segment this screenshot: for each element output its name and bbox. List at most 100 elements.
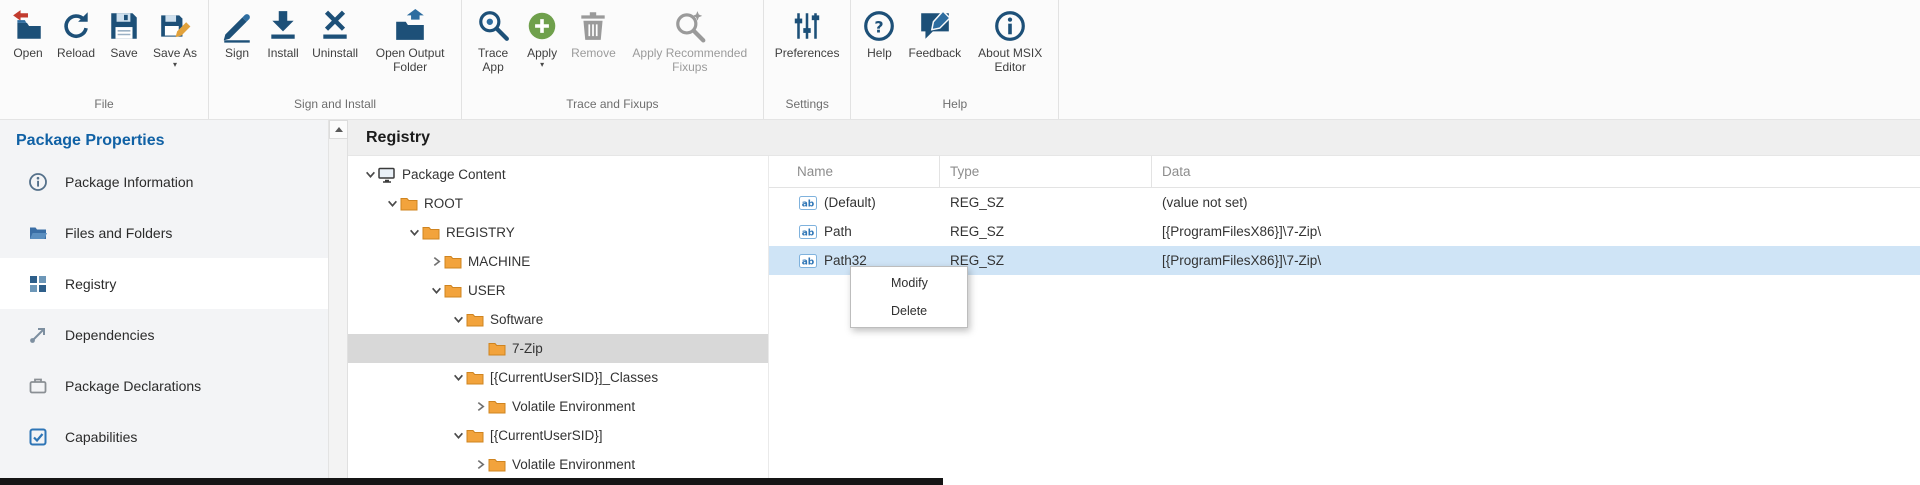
save-button[interactable]: Save [101, 7, 147, 62]
save-as-icon [158, 9, 192, 43]
value-type-cell: REG_SZ [940, 217, 1152, 246]
folder-icon [488, 341, 506, 357]
chevron-right-icon[interactable] [472, 457, 488, 473]
value-name: Path [824, 224, 852, 239]
folder-icon [444, 254, 462, 270]
registry-value-row[interactable]: abPathREG_SZ[{ProgramFilesX86}]\7-Zip\ [769, 217, 1920, 246]
dependencies-icon [28, 325, 48, 345]
chevron-right-icon[interactable] [472, 399, 488, 415]
registry-content: Package Content ROOT REGISTRY MACHINE USERSo… [348, 156, 1920, 485]
tree-node-registry[interactable]: REGISTRY [348, 218, 768, 247]
svg-text:ab: ab [802, 257, 815, 267]
sidebar-title: Package Properties [0, 120, 328, 150]
chevron-down-icon[interactable] [450, 428, 466, 444]
sidebar-item-label: Package Declarations [65, 378, 201, 394]
remove-button[interactable]: Remove [565, 7, 622, 62]
ribbon-button-label: Save As [153, 46, 197, 60]
apply-button[interactable]: Apply▾ [519, 7, 565, 71]
sign-button[interactable]: Sign [214, 7, 260, 62]
open-button[interactable]: Open [5, 7, 51, 62]
chevron-right-icon[interactable] [428, 254, 444, 270]
ribbon-button-label: Install [267, 46, 298, 60]
tree-node-label: Volatile Environment [512, 457, 635, 472]
tree-node-volatile-environment[interactable]: Volatile Environment [348, 392, 768, 421]
tree-node-label: [{CurrentUserSID}] [490, 428, 603, 443]
chevron-down-icon[interactable] [450, 312, 466, 328]
feedback-icon [918, 9, 952, 43]
column-header-type[interactable]: Type [940, 156, 1152, 187]
chevron-down-icon[interactable] [362, 167, 378, 183]
reload-button[interactable]: Reload [51, 7, 101, 62]
about-msix-editor-button[interactable]: About MSIX Editor [967, 7, 1053, 76]
uninstall-button[interactable]: Uninstall [306, 7, 364, 62]
computer-icon [378, 167, 396, 183]
main-panel: Registry Package ContentROOTREGISTRYMACH… [348, 120, 1920, 485]
context-menu-item-modify[interactable]: Modify [851, 269, 967, 297]
registry-icon [28, 274, 48, 294]
registry-value-row[interactable]: ab(Default)REG_SZ(value not set) [769, 188, 1920, 217]
tree-node-label: [{CurrentUserSID}]_Classes [490, 370, 658, 385]
chevron-down-icon[interactable] [450, 370, 466, 386]
value-type-cell: REG_SZ [940, 246, 1152, 275]
help-button[interactable]: ?Help [856, 7, 902, 62]
ribbon-group-sign-and-install: SignInstallUninstallOpen Output FolderSi… [209, 0, 462, 119]
sidebar-item-label: Files and Folders [65, 225, 172, 241]
column-header-name[interactable]: Name [769, 156, 940, 187]
tree-node-label: ROOT [424, 196, 463, 211]
chevron-down-icon[interactable] [428, 283, 444, 299]
ribbon-group-label: Help [856, 95, 1053, 119]
reg-string-icon: ab [799, 225, 817, 239]
tree-node-label: MACHINE [468, 254, 530, 269]
preferences-button[interactable]: Preferences [769, 7, 846, 62]
ribbon-group-file: OpenReloadSaveSave As▾ File [0, 0, 209, 119]
trace-app-button[interactable]: Trace App [467, 7, 519, 76]
open-output-folder-button[interactable]: Open Output Folder [364, 7, 456, 76]
install-button[interactable]: Install [260, 7, 306, 62]
tree-node-label: 7-Zip [512, 341, 543, 356]
open-icon [11, 9, 45, 43]
tree-node-software[interactable]: Software [348, 305, 768, 334]
ribbon-button-label: Apply Recommended Fixups [628, 46, 752, 74]
install-icon [266, 9, 300, 43]
sidebar-item-capabilities[interactable]: Capabilities [0, 411, 328, 462]
ribbon-button-label: About MSIX Editor [973, 46, 1047, 74]
sidebar-item-registry[interactable]: Registry [0, 258, 328, 309]
ribbon-toolbar: OpenReloadSaveSave As▾ File Sign Install Uni… [0, 0, 1920, 120]
value-name-cell: ab Path [769, 217, 940, 246]
table-body: ab (Default) REG_SZ(value not set) ab Path RE… [769, 188, 1920, 275]
value-data-cell: (value not set) [1152, 188, 1920, 217]
chevron-placeholder [472, 341, 488, 357]
column-header-data[interactable]: Data [1152, 156, 1920, 187]
reload-icon [59, 9, 93, 43]
sidebar-item-files-and-folders[interactable]: Files and Folders [0, 207, 328, 258]
tree-node-currentusersid-classes[interactable]: [{CurrentUserSID}]_Classes [348, 363, 768, 392]
tree-node-root[interactable]: ROOT [348, 189, 768, 218]
tree-node-volatile-environment[interactable]: Volatile Environment [348, 450, 768, 479]
chevron-down-icon[interactable] [406, 225, 422, 241]
tree-node-machine[interactable]: MACHINE [348, 247, 768, 276]
chevron-down-icon[interactable] [384, 196, 400, 212]
sidebar-item-package-information[interactable]: Package Information [0, 156, 328, 207]
tree-node-currentusersid[interactable]: [{CurrentUserSID}] [348, 421, 768, 450]
value-type-cell: REG_SZ [940, 188, 1152, 217]
sidebar-item-dependencies[interactable]: Dependencies [0, 309, 328, 360]
svg-text:ab: ab [802, 228, 815, 238]
folder-icon [466, 312, 484, 328]
tree-node-package-content[interactable]: Package Content [348, 160, 768, 189]
feedback-button[interactable]: Feedback [902, 7, 967, 62]
ribbon-group-label: File [5, 95, 203, 119]
tree-node-user[interactable]: USER [348, 276, 768, 305]
tree-node-7-zip[interactable]: 7-Zip [348, 334, 768, 363]
scroll-up-button[interactable] [329, 120, 348, 139]
context-menu-item-delete[interactable]: Delete [851, 297, 967, 325]
sidebar: Package Properties Package Information Fi… [0, 120, 329, 485]
sidebar-item-package-declarations[interactable]: Package Declarations [0, 360, 328, 411]
uninstall-icon [318, 9, 352, 43]
value-name: (Default) [824, 195, 876, 210]
vertical-scrollbar[interactable] [329, 120, 348, 485]
ribbon-button-label: Remove [571, 46, 616, 60]
apply-recommended-fixups-button[interactable]: Apply Recommended Fixups [622, 7, 758, 76]
help-icon: ? [862, 9, 896, 43]
save-as-button[interactable]: Save As▾ [147, 7, 203, 71]
sidebar-item-label: Registry [65, 276, 116, 292]
